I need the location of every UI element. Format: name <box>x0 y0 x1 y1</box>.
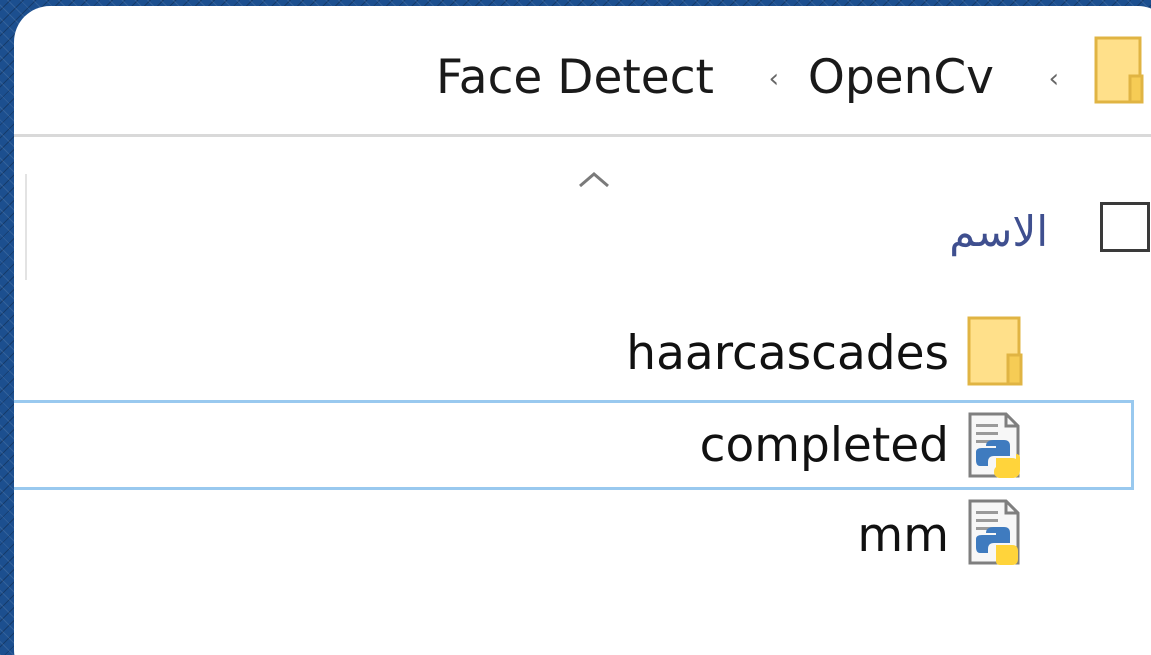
breadcrumb-separator-icon[interactable]: ‹ <box>769 64 779 94</box>
breadcrumb-item-opencv[interactable]: OpenCv <box>808 48 994 108</box>
python-file-icon <box>968 412 1020 478</box>
breadcrumb-separator-icon[interactable]: ‹ <box>1049 64 1059 94</box>
address-bar[interactable]: Face Detect ‹ OpenCv ‹ <box>14 6 1151 137</box>
select-all-checkbox[interactable] <box>1100 202 1150 252</box>
folder-icon <box>1094 36 1144 104</box>
list-item[interactable]: mm <box>14 492 1134 582</box>
sort-ascending-icon[interactable] <box>574 164 614 194</box>
list-item-selected[interactable]: completed <box>14 400 1134 490</box>
file-name: completed <box>699 418 949 473</box>
breadcrumb-item-face-detect[interactable]: Face Detect <box>436 48 714 108</box>
file-name: mm <box>857 508 949 563</box>
column-divider[interactable] <box>25 174 27 280</box>
list-item[interactable]: haarcascades <box>14 310 1134 400</box>
file-name: haarcascades <box>626 326 949 381</box>
folder-icon <box>967 316 1023 386</box>
python-file-icon <box>968 499 1020 565</box>
column-header-name[interactable]: الاسم <box>949 202 1048 262</box>
explorer-window: Face Detect ‹ OpenCv ‹ الاسم haarcascade… <box>14 6 1151 655</box>
